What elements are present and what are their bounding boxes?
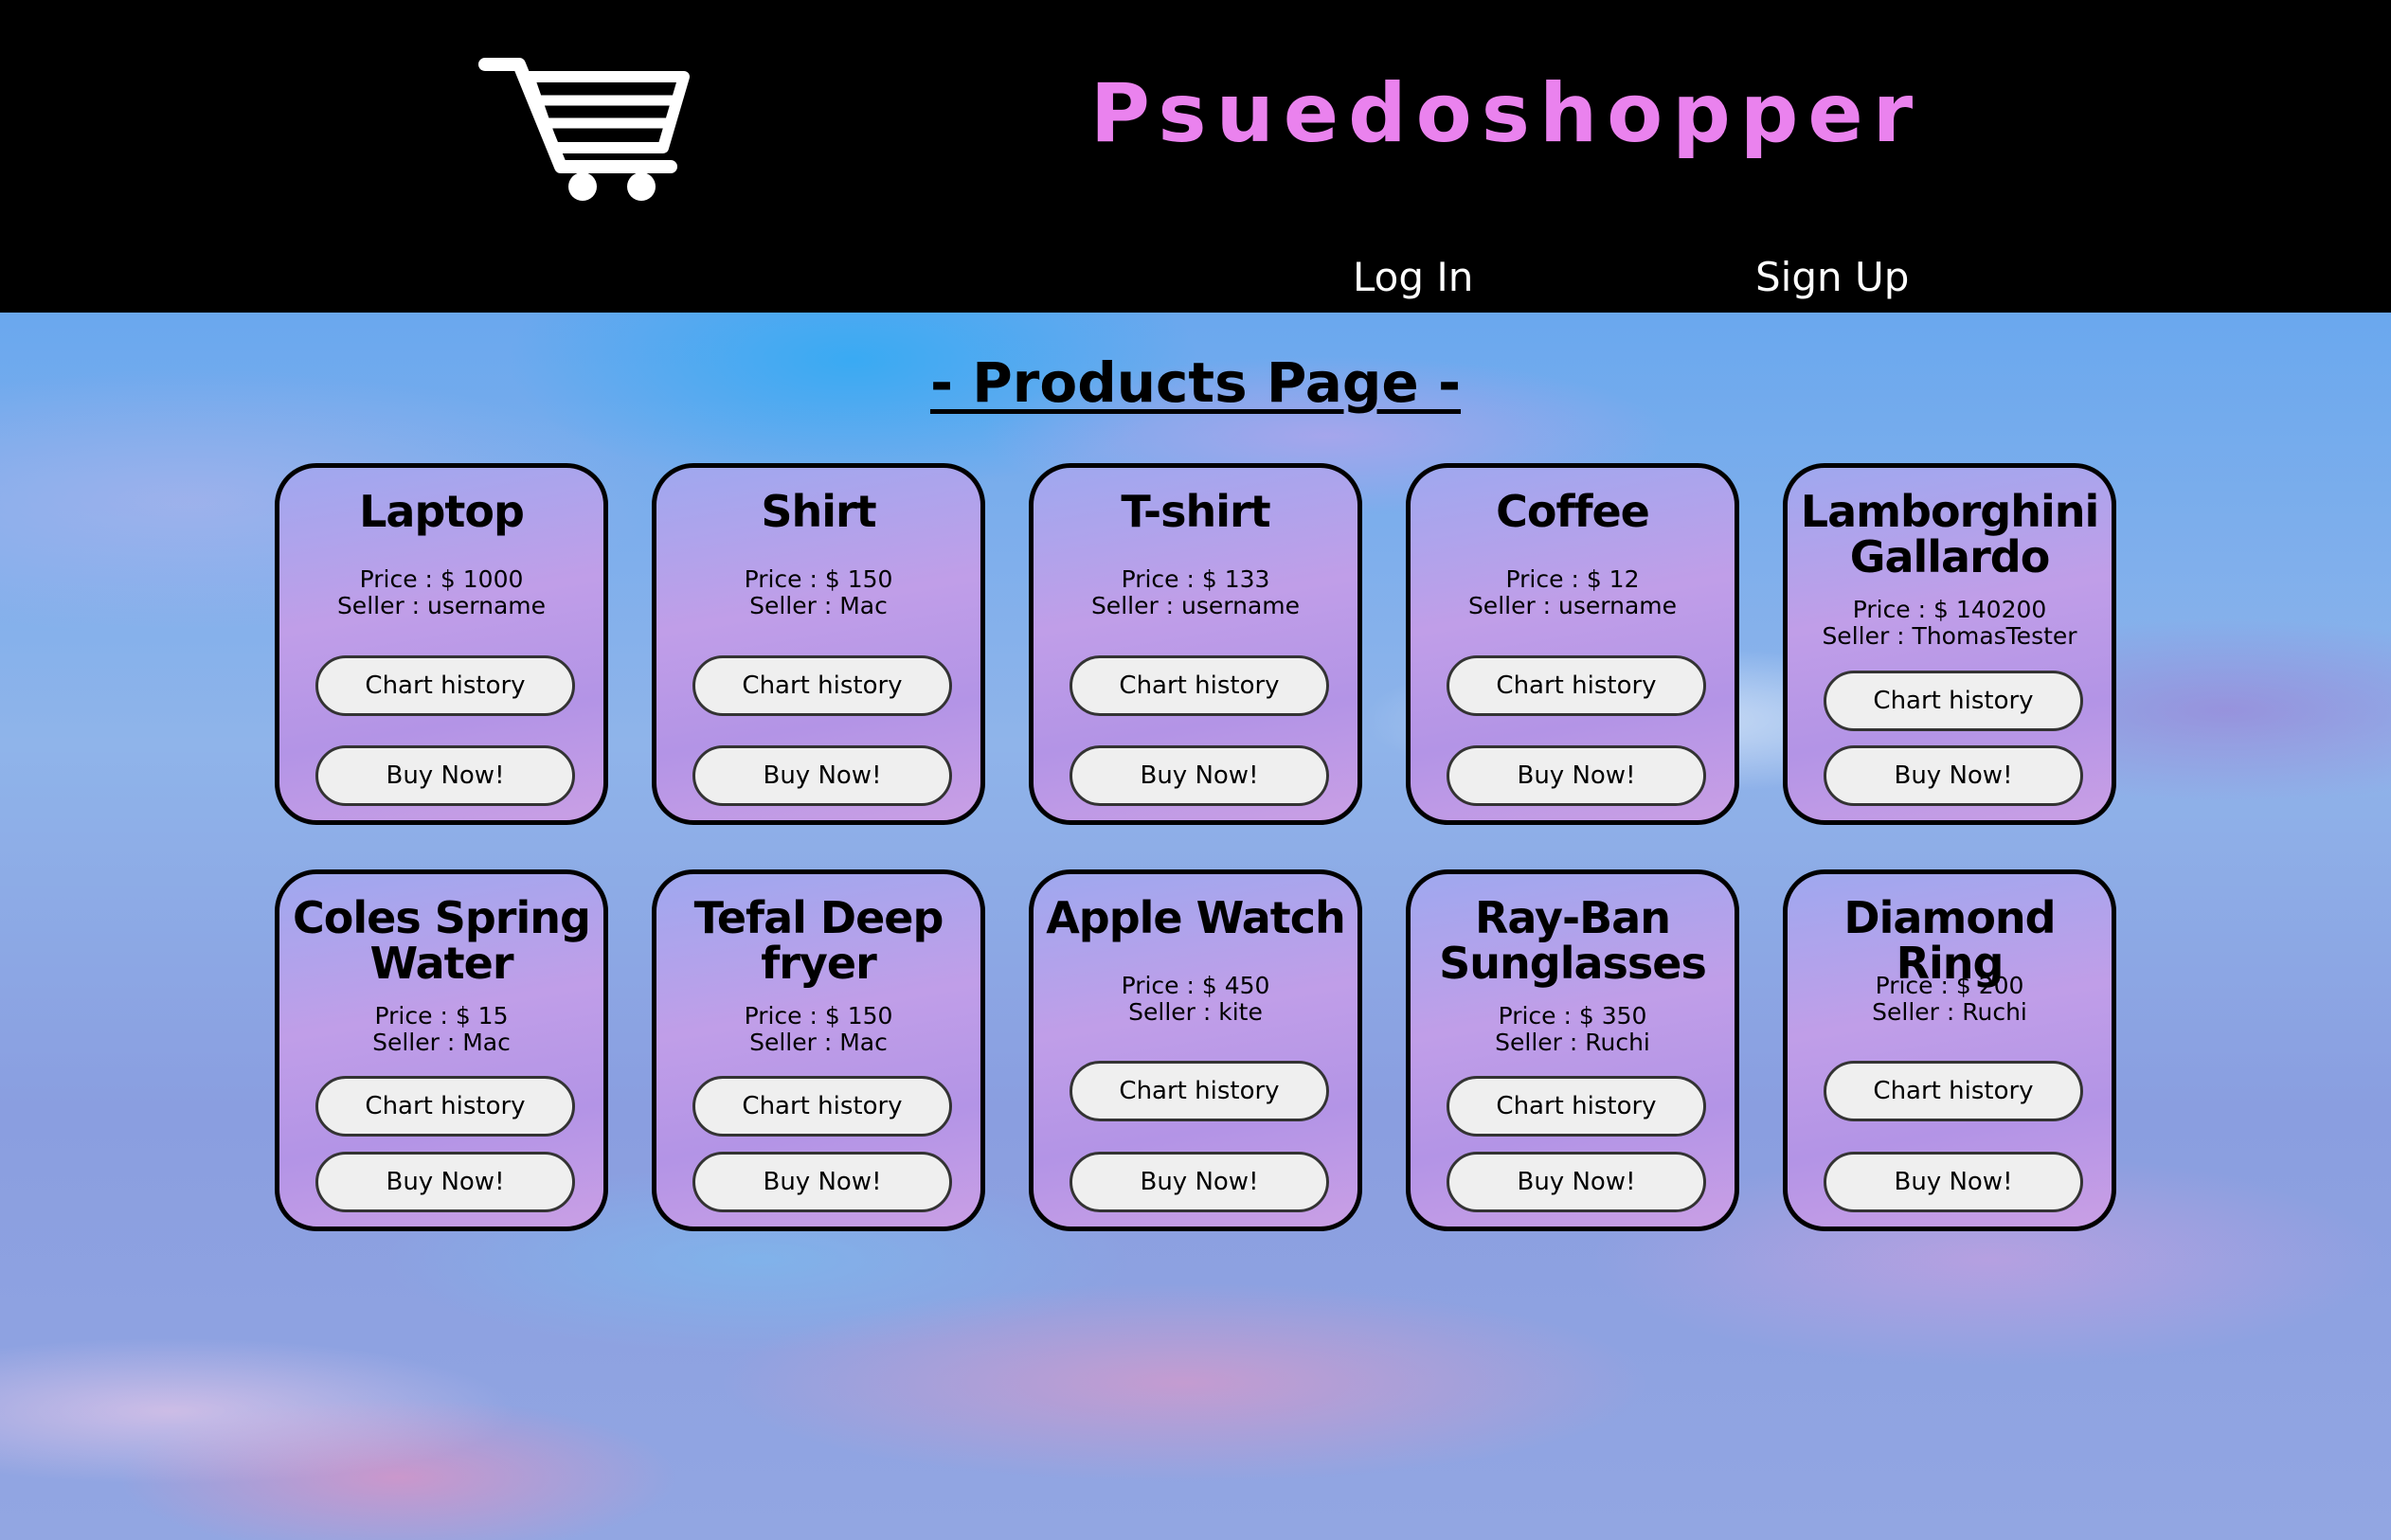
- product-price: Price : $ 12: [1505, 565, 1640, 593]
- product-card-coles-spring-water: Coles Spring Water Price : $ 15 Seller :…: [275, 869, 608, 1231]
- buy-now-button[interactable]: Buy Now!: [315, 1152, 575, 1212]
- product-name-line: Ray-Ban: [1475, 892, 1671, 943]
- product-seller: Seller : username: [1467, 592, 1678, 619]
- product-name: Ray-Ban Sunglasses: [1411, 895, 1735, 986]
- product-name-line: Coles Spring: [293, 892, 591, 943]
- product-name: Shirt: [761, 486, 876, 537]
- product-card-diamond-ring: Diamond Ring Price : $ 200 Seller : Ruch…: [1783, 869, 2116, 1231]
- buy-now-button[interactable]: Buy Now!: [692, 1152, 952, 1212]
- signup-link[interactable]: Sign Up: [1755, 254, 1909, 300]
- product-info: Price : $ 150 Seller : Mac: [656, 566, 980, 619]
- chart-history-button[interactable]: Chart history: [1447, 655, 1706, 716]
- product-name-line: Lamborghini: [1800, 486, 2099, 537]
- product-price: Price : $ 450: [1121, 972, 1270, 999]
- site-header: Psuedoshopper Log In Sign Up: [0, 0, 2391, 313]
- product-price: Price : $ 140200: [1852, 596, 2047, 623]
- chart-history-button[interactable]: Chart history: [1824, 1061, 2083, 1121]
- product-seller: Seller : Ruchi: [1495, 1029, 1650, 1056]
- product-name-line: Sunglasses: [1439, 938, 1707, 989]
- chart-history-button[interactable]: Chart history: [1447, 1076, 1706, 1137]
- product-name: Coffee: [1496, 486, 1650, 537]
- product-price: Price : $ 15: [374, 1002, 509, 1030]
- product-name: Lamborghini Gallardo: [1788, 489, 2112, 580]
- site-title: Psuedoshopper: [1089, 66, 1923, 161]
- chart-history-button[interactable]: Chart history: [315, 655, 575, 716]
- product-seller: Seller : Mac: [749, 1029, 888, 1056]
- chart-history-button[interactable]: Chart history: [692, 1076, 952, 1137]
- product-price: Price : $ 350: [1498, 1002, 1647, 1030]
- product-info: Price : $ 1000 Seller : username: [279, 566, 603, 619]
- login-link[interactable]: Log In: [1353, 254, 1473, 300]
- buy-now-button[interactable]: Buy Now!: [1447, 1152, 1706, 1212]
- product-name-line: Tefal Deep: [693, 892, 944, 943]
- product-name-line: Water: [369, 938, 513, 989]
- product-card-ray-ban-sunglasses: Ray-Ban Sunglasses Price : $ 350 Seller …: [1406, 869, 1739, 1231]
- product-price: Price : $ 150: [744, 1002, 893, 1030]
- product-price: Price : $ 150: [744, 565, 893, 593]
- product-card-laptop: Laptop Price : $ 1000 Seller : username …: [275, 463, 608, 825]
- buy-now-button[interactable]: Buy Now!: [315, 745, 575, 806]
- product-seller: Seller : username: [336, 592, 547, 619]
- product-info: Price : $ 133 Seller : username: [1034, 566, 1357, 619]
- product-card-apple-watch: Apple Watch Price : $ 450 Seller : kite …: [1029, 869, 1362, 1231]
- product-info: Price : $ 200 Seller : Ruchi: [1788, 973, 2112, 1026]
- product-name: Tefal Deep fryer: [656, 895, 980, 986]
- buy-now-button[interactable]: Buy Now!: [1070, 1152, 1329, 1212]
- products-section: - Products Page - Laptop Price : $ 1000 …: [0, 313, 2391, 1540]
- product-seller: Seller : Ruchi: [1872, 998, 2027, 1026]
- product-name-line: fryer: [761, 938, 877, 989]
- buy-now-button[interactable]: Buy Now!: [1824, 745, 2083, 806]
- product-seller: Seller : Mac: [749, 592, 888, 619]
- chart-history-button[interactable]: Chart history: [1070, 655, 1329, 716]
- product-info: Price : $ 450 Seller : kite: [1034, 973, 1357, 1026]
- product-card-coffee: Coffee Price : $ 12 Seller : username Ch…: [1406, 463, 1739, 825]
- product-price: Price : $ 133: [1121, 565, 1270, 593]
- product-seller: Seller : kite: [1128, 998, 1263, 1026]
- product-seller: Seller : username: [1090, 592, 1301, 619]
- buy-now-button[interactable]: Buy Now!: [692, 745, 952, 806]
- buy-now-button[interactable]: Buy Now!: [1447, 745, 1706, 806]
- product-seller: Seller : Mac: [372, 1029, 511, 1056]
- product-card-t-shirt: T-shirt Price : $ 133 Seller : username …: [1029, 463, 1362, 825]
- product-info: Price : $ 140200 Seller : ThomasTester: [1788, 597, 2112, 650]
- buy-now-button[interactable]: Buy Now!: [1070, 745, 1329, 806]
- chart-history-button[interactable]: Chart history: [1824, 671, 2083, 731]
- product-name: Laptop: [359, 486, 525, 537]
- product-name-line: Gallardo: [1849, 531, 2051, 582]
- shopping-cart-icon[interactable]: [474, 53, 692, 205]
- chart-history-button[interactable]: Chart history: [1070, 1061, 1329, 1121]
- product-card-tefal-deep-fryer: Tefal Deep fryer Price : $ 150 Seller : …: [652, 869, 985, 1231]
- product-name: Apple Watch: [1046, 892, 1346, 943]
- product-card-lamborghini-gallardo: Lamborghini Gallardo Price : $ 140200 Se…: [1783, 463, 2116, 825]
- product-price: Price : $ 1000: [359, 565, 524, 593]
- chart-history-button[interactable]: Chart history: [315, 1076, 575, 1137]
- product-seller: Seller : ThomasTester: [1822, 622, 2077, 650]
- chart-history-button[interactable]: Chart history: [692, 655, 952, 716]
- page-title: - Products Page -: [929, 350, 1462, 415]
- buy-now-button[interactable]: Buy Now!: [1824, 1152, 2083, 1212]
- product-price: Price : $ 200: [1875, 972, 2024, 999]
- product-info: Price : $ 350 Seller : Ruchi: [1411, 1003, 1735, 1056]
- product-card-shirt: Shirt Price : $ 150 Seller : Mac Chart h…: [652, 463, 985, 825]
- product-name: T-shirt: [1121, 486, 1270, 537]
- product-info: Price : $ 15 Seller : Mac: [279, 1003, 603, 1056]
- product-info: Price : $ 12 Seller : username: [1411, 566, 1735, 619]
- product-name: Coles Spring Water: [279, 895, 603, 986]
- product-info: Price : $ 150 Seller : Mac: [656, 1003, 980, 1056]
